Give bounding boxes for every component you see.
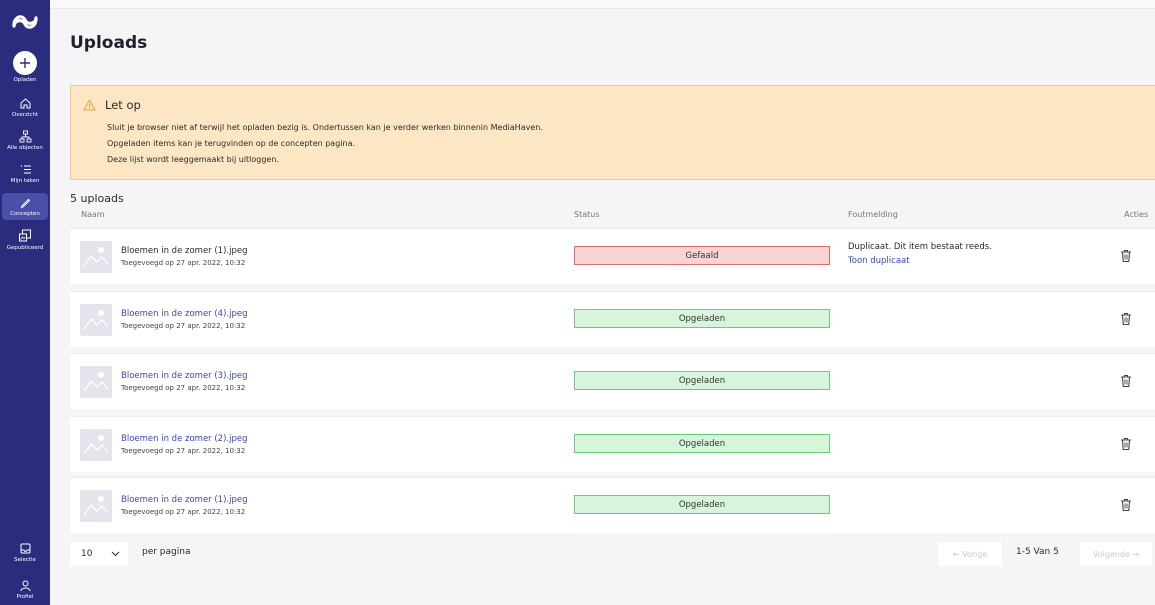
file-date: Toegevoegd op 27 apr. 2022, 10:32 [121, 508, 246, 516]
table-row: Bloemen in de zomer (1).jpeg Toegevoegd … [70, 477, 1155, 533]
file-date: Toegevoegd op 27 apr. 2022, 10:32 [121, 447, 246, 455]
sidebar-item-gepubliceerd[interactable]: Gepubliceerd [2, 226, 48, 254]
column-header-status: Status [574, 210, 600, 219]
trash-icon[interactable] [1120, 249, 1132, 263]
table-row: Bloemen in de zomer (4).jpeg Toegevoegd … [70, 291, 1155, 347]
alert-line: Deze lijst wordt leeggemaakt bij uitlogg… [107, 155, 279, 164]
column-header-name: Naam [81, 210, 105, 219]
sidebar-item-label: Gepubliceerd [6, 245, 44, 252]
warning-icon [83, 99, 96, 111]
user-icon [20, 580, 30, 592]
sidebar-item-mijn-taken[interactable]: Mijn taken [2, 160, 48, 187]
sidebar-item-label: Mijn taken [10, 178, 40, 185]
sidebar-item-label: Profiel [16, 593, 34, 600]
trash-icon[interactable] [1120, 498, 1132, 512]
sidebar-item-label: Concepten [10, 211, 40, 218]
file-date: Toegevoegd op 27 apr. 2022, 10:32 [121, 384, 246, 392]
error-message: Duplicaat. Dit item bestaat reeds. [848, 242, 992, 252]
previous-page-button[interactable]: ← Vorige [938, 542, 1002, 566]
file-date: Toegevoegd op 27 apr. 2022, 10:32 [121, 322, 246, 330]
sidebar-bottom: Selectie Profiel [0, 539, 50, 605]
plus-icon [13, 51, 37, 75]
sidebar: Opladen Overzicht Alle objecten Mijn tak… [0, 0, 50, 605]
sidebar-item-profiel[interactable]: Profiel [2, 576, 48, 603]
per-page-select[interactable]: 10 [70, 542, 128, 566]
sidebar-item-label: Opladen [13, 77, 37, 83]
alert-line: Sluit je browser niet af terwijl het opl… [107, 123, 543, 132]
sidebar-item-opladen[interactable]: Opladen [2, 48, 48, 86]
sidebar-item-label: Alle objecten [7, 145, 43, 152]
tasks-icon [20, 165, 31, 174]
image-placeholder-icon [80, 429, 112, 461]
image-placeholder-icon [80, 490, 112, 522]
trash-icon[interactable] [1120, 312, 1132, 326]
published-icon [19, 229, 31, 242]
status-badge: Gefaald [574, 246, 830, 265]
trash-icon[interactable] [1120, 374, 1132, 388]
table-row: Bloemen in de zomer (1).jpeg Toegevoegd … [70, 228, 1155, 284]
per-page-value: 10 [81, 549, 93, 559]
alert-line: Opgeladen items kan je terugvinden op de… [107, 139, 356, 148]
image-placeholder-icon [80, 241, 112, 273]
show-duplicate-link[interactable]: Toon duplicaat [848, 256, 910, 266]
file-name: Bloemen in de zomer (1).jpeg [121, 246, 248, 256]
status-badge: Opgeladen [574, 371, 830, 390]
next-page-button[interactable]: Volgende → [1080, 542, 1152, 566]
alert-title: Let op [105, 98, 141, 112]
warning-alert: Let op Sluit je browser niet af terwijl … [70, 85, 1155, 180]
sidebar-item-alle-objecten[interactable]: Alle objecten [2, 127, 48, 154]
image-placeholder-icon [80, 304, 112, 336]
upload-count: 5 uploads [70, 192, 124, 205]
status-badge: Opgeladen [574, 495, 830, 514]
status-badge: Opgeladen [574, 309, 830, 328]
alert-header: Let op [83, 98, 141, 112]
file-date: Toegevoegd op 27 apr. 2022, 10:32 [121, 259, 246, 267]
trash-icon[interactable] [1120, 437, 1132, 451]
per-page-label: per pagina [142, 547, 191, 557]
pencil-icon [20, 198, 30, 209]
sidebar-item-selectie[interactable]: Selectie [2, 539, 48, 566]
file-name-link[interactable]: Bloemen in de zomer (2).jpeg [121, 434, 248, 444]
pagination-info: 1-5 Van 5 [1016, 547, 1059, 557]
logo-icon [12, 15, 38, 29]
inbox-icon [20, 543, 30, 554]
main-content: Uploads Let op Sluit je browser niet af … [50, 9, 1155, 605]
sidebar-item-label: Selectie [14, 556, 36, 563]
file-name-link[interactable]: Bloemen in de zomer (4).jpeg [121, 309, 248, 319]
mediahaven-logo[interactable] [0, 0, 50, 44]
top-border [50, 0, 1155, 9]
image-placeholder-icon [80, 366, 112, 398]
file-name-link[interactable]: Bloemen in de zomer (1).jpeg [121, 495, 248, 505]
sidebar-item-concepten[interactable]: Concepten [2, 193, 48, 221]
sidebar-item-label: Overzicht [11, 112, 39, 119]
file-name-link[interactable]: Bloemen in de zomer (3).jpeg [121, 371, 248, 381]
home-icon [20, 98, 30, 109]
page-title: Uploads [70, 33, 148, 53]
column-header-actions: Acties [1124, 210, 1149, 219]
status-badge: Opgeladen [574, 434, 830, 453]
table-row: Bloemen in de zomer (2).jpeg Toegevoegd … [70, 416, 1155, 472]
chevron-down-icon [111, 551, 120, 557]
hierarchy-icon [19, 130, 31, 143]
sidebar-item-overzicht[interactable]: Overzicht [2, 94, 48, 121]
column-header-error: Foutmelding [848, 210, 898, 219]
table-row: Bloemen in de zomer (3).jpeg Toegevoegd … [70, 353, 1155, 409]
